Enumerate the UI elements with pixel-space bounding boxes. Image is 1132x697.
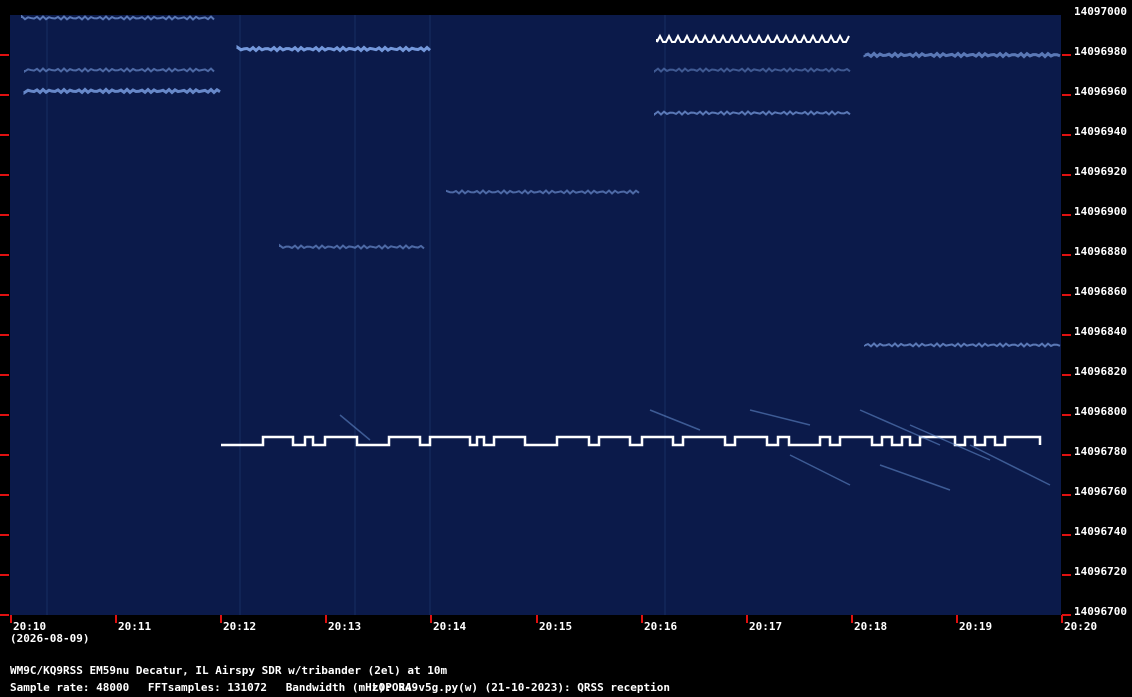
drift-signal: [649, 409, 701, 431]
y-tick-label: 14097000: [1074, 5, 1127, 18]
software-info: LOPORA-v5g.py(w) (21-10-2023): QRSS rece…: [372, 681, 671, 694]
y-tick-mark: [1062, 374, 1071, 376]
y-tick-mark: [0, 134, 9, 136]
x-tick-mark: [10, 615, 12, 623]
signal-trace: [24, 67, 215, 74]
y-tick-label: 14096720: [1074, 565, 1127, 578]
y-tick-label: 14096740: [1074, 525, 1127, 538]
signal-trace: [863, 51, 1061, 59]
signal-trace: [446, 189, 640, 195]
drift-signal: [909, 424, 991, 461]
x-tick-mark: [115, 615, 117, 623]
y-tick-mark: [0, 494, 9, 496]
y-tick-label: 14096880: [1074, 245, 1127, 258]
x-tick-mark: [430, 615, 432, 623]
x-tick-mark: [536, 615, 538, 623]
y-tick-label: 14096800: [1074, 405, 1127, 418]
y-tick-mark: [0, 294, 9, 296]
y-tick-mark: [0, 214, 9, 216]
signal-trace: [654, 110, 851, 116]
y-tick-label: 14096960: [1074, 85, 1127, 98]
y-tick-label: 14096820: [1074, 365, 1127, 378]
x-tick-label: 20:19: [959, 620, 993, 633]
y-tick-mark: [1062, 454, 1071, 456]
x-tick-label: 20:13: [328, 620, 362, 633]
y-tick-mark: [1062, 614, 1071, 616]
drift-signal: [789, 454, 851, 486]
x-tick-label: 20:12: [223, 620, 257, 633]
signal-trace: [654, 67, 851, 73]
y-tick-label: 14096900: [1074, 205, 1127, 218]
y-tick-mark: [0, 454, 9, 456]
signal-trace: [21, 15, 215, 21]
sample-rate: Sample rate: 48000: [10, 681, 130, 694]
y-tick-mark: [1062, 54, 1071, 56]
spectrogram-waterfall: [10, 15, 1061, 615]
x-tick-label: 20:11: [118, 620, 152, 633]
signal-trace: [236, 44, 432, 53]
x-tick-mark: [956, 615, 958, 623]
y-tick-label: 14096980: [1074, 45, 1127, 58]
x-tick-mark: [220, 615, 222, 623]
x-tick-mark: [325, 615, 327, 623]
x-tick-label: 20:17: [749, 620, 783, 633]
y-tick-mark: [1062, 494, 1071, 496]
y-tick-mark: [1062, 174, 1071, 176]
y-tick-mark: [1062, 94, 1071, 96]
y-tick-mark: [0, 614, 9, 616]
signal-trace: [279, 243, 425, 250]
y-tick-mark: [0, 534, 9, 536]
y-tick-label: 14096860: [1074, 285, 1127, 298]
parameters-line: Sample rate: 48000 FFTsamples: 131072 Ba…: [10, 681, 430, 694]
y-tick-mark: [1062, 414, 1071, 416]
x-tick-label: 20:18: [854, 620, 888, 633]
y-tick-mark: [1062, 534, 1071, 536]
y-tick-mark: [0, 574, 9, 576]
y-tick-mark: [0, 174, 9, 176]
y-tick-mark: [0, 94, 9, 96]
x-tick-label: 20:14: [433, 620, 467, 633]
x-tick-label: 20:20: [1064, 620, 1098, 633]
y-tick-label: 14096840: [1074, 325, 1127, 338]
fsk-signal-trace: [221, 435, 1042, 447]
y-tick-mark: [0, 334, 9, 336]
drift-signal: [879, 464, 951, 491]
bright-signal: [656, 33, 850, 43]
signal-trace: [864, 342, 1061, 348]
y-tick-mark: [1062, 334, 1071, 336]
y-tick-mark: [0, 374, 9, 376]
y-tick-mark: [1062, 214, 1071, 216]
y-tick-mark: [1062, 574, 1071, 576]
x-tick-label: 20:16: [644, 620, 678, 633]
y-tick-label: 14096760: [1074, 485, 1127, 498]
x-tick-label: 20:15: [539, 620, 573, 633]
date-label: (2026-08-09): [10, 632, 90, 645]
x-tick-mark: [641, 615, 643, 623]
y-tick-label: 14096780: [1074, 445, 1127, 458]
fft-samples: FFTsamples: 131072: [147, 681, 268, 694]
drift-signal: [969, 444, 1051, 486]
x-tick-mark: [1061, 615, 1063, 623]
y-tick-label: 14096700: [1074, 605, 1127, 618]
station-info: WM9C/KQ9RSS EM59nu Decatur, IL Airspy SD…: [10, 664, 448, 677]
y-tick-label: 14096920: [1074, 165, 1127, 178]
y-tick-mark: [1062, 294, 1071, 296]
spectrogram-signals: [21, 15, 1061, 615]
y-tick-mark: [0, 254, 9, 256]
y-tick-mark: [0, 414, 9, 416]
drift-signal: [749, 409, 811, 426]
y-tick-mark: [0, 54, 9, 56]
y-tick-label: 14096940: [1074, 125, 1127, 138]
x-tick-mark: [851, 615, 853, 623]
signal-trace: [23, 87, 221, 95]
y-tick-mark: [1062, 134, 1071, 136]
y-tick-mark: [1062, 254, 1071, 256]
x-tick-mark: [746, 615, 748, 623]
